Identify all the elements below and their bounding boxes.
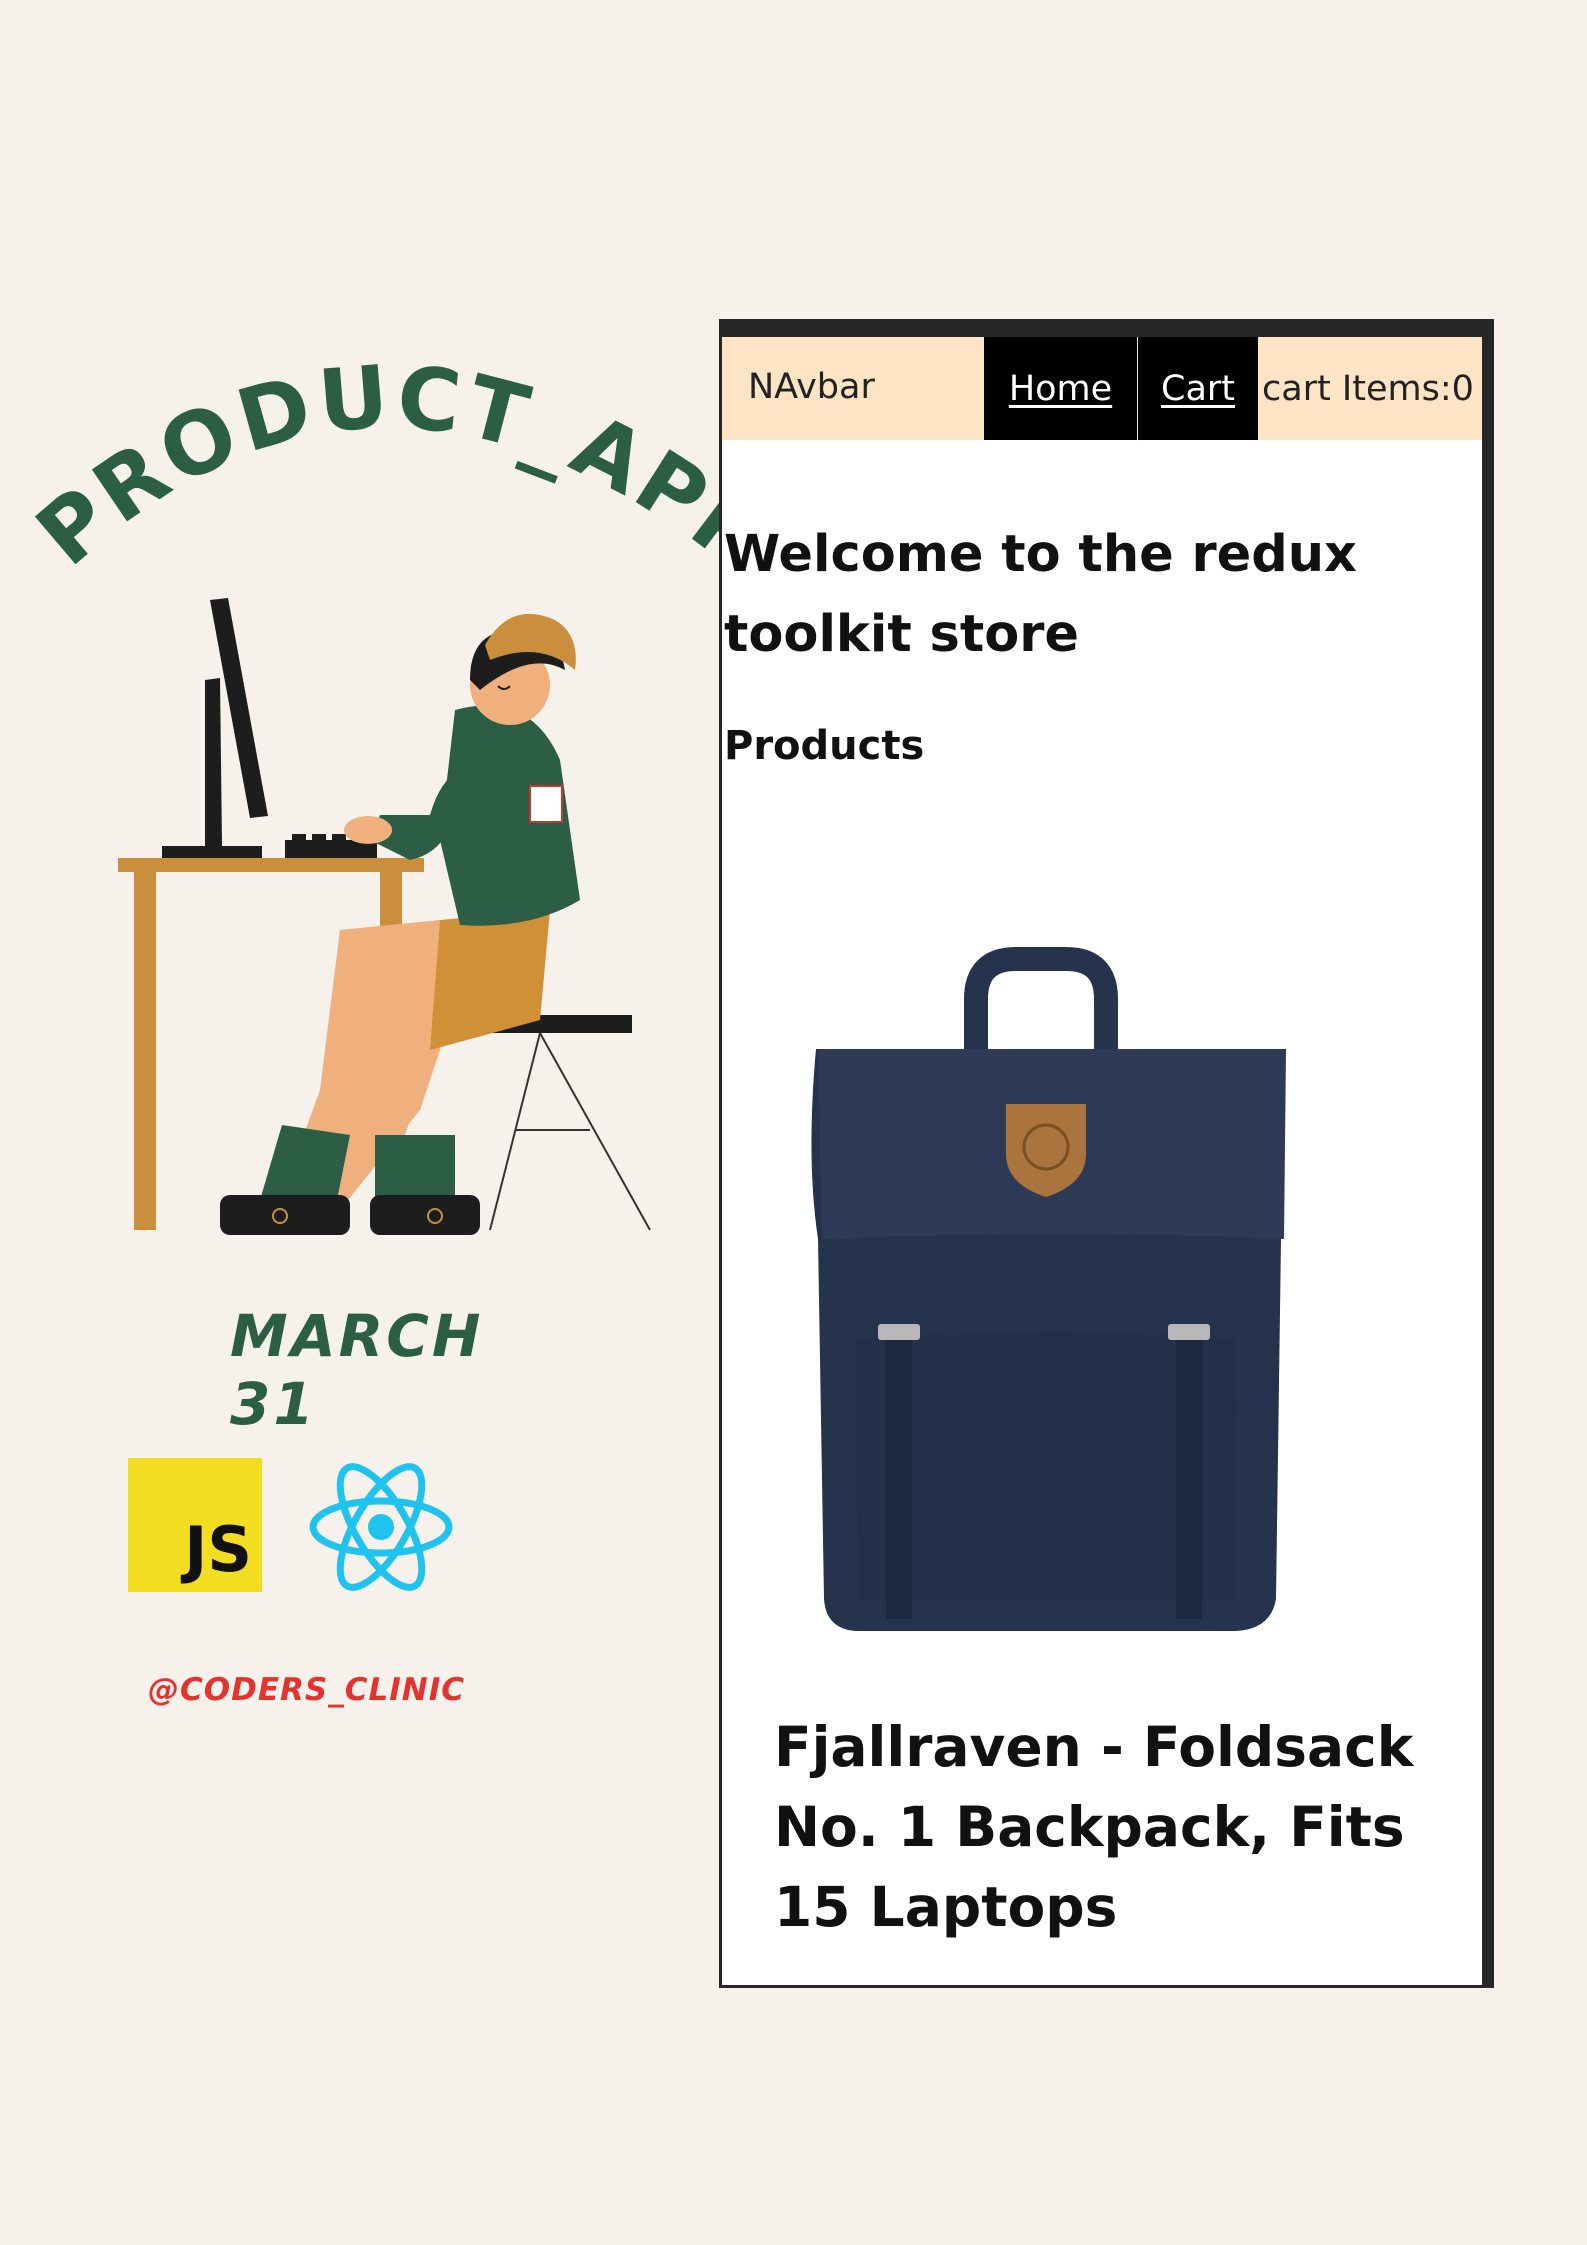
javascript-logo-icon: JS [128, 1458, 262, 1592]
poster-title-text: PRODUCT_APP [18, 347, 782, 591]
react-logo-icon [309, 1463, 453, 1591]
nav-cart-link[interactable]: Cart [1138, 337, 1258, 440]
navbar-brand: NAvbar [748, 367, 875, 407]
nav-home-link[interactable]: Home [984, 337, 1137, 440]
welcome-heading: Welcome to the redux toolkit store [724, 525, 1357, 664]
svg-text:PRODUCT_APP: PRODUCT_APP [18, 347, 786, 591]
poster-date: MARCH 31 [230, 1302, 484, 1438]
social-handle: @CODERS_CLINIC [148, 1672, 465, 1708]
cart-items-count: cart Items:0 [1262, 369, 1474, 409]
developer-illustration [118, 598, 651, 1235]
product-title[interactable]: Fjallraven - Foldsack No. 1 Backpack, Fi… [774, 1707, 1454, 1947]
navbar: NAvbar Home Cart cart Items:0 [722, 337, 1482, 440]
app-screenshot: NAvbar Home Cart cart Items:0 Welcome to… [719, 319, 1494, 1988]
poster-title: PRODUCT_APP [18, 347, 782, 591]
javascript-logo-text: JS [184, 1513, 252, 1586]
products-heading: Products [724, 723, 925, 769]
backpack-image[interactable] [766, 939, 1326, 1659]
